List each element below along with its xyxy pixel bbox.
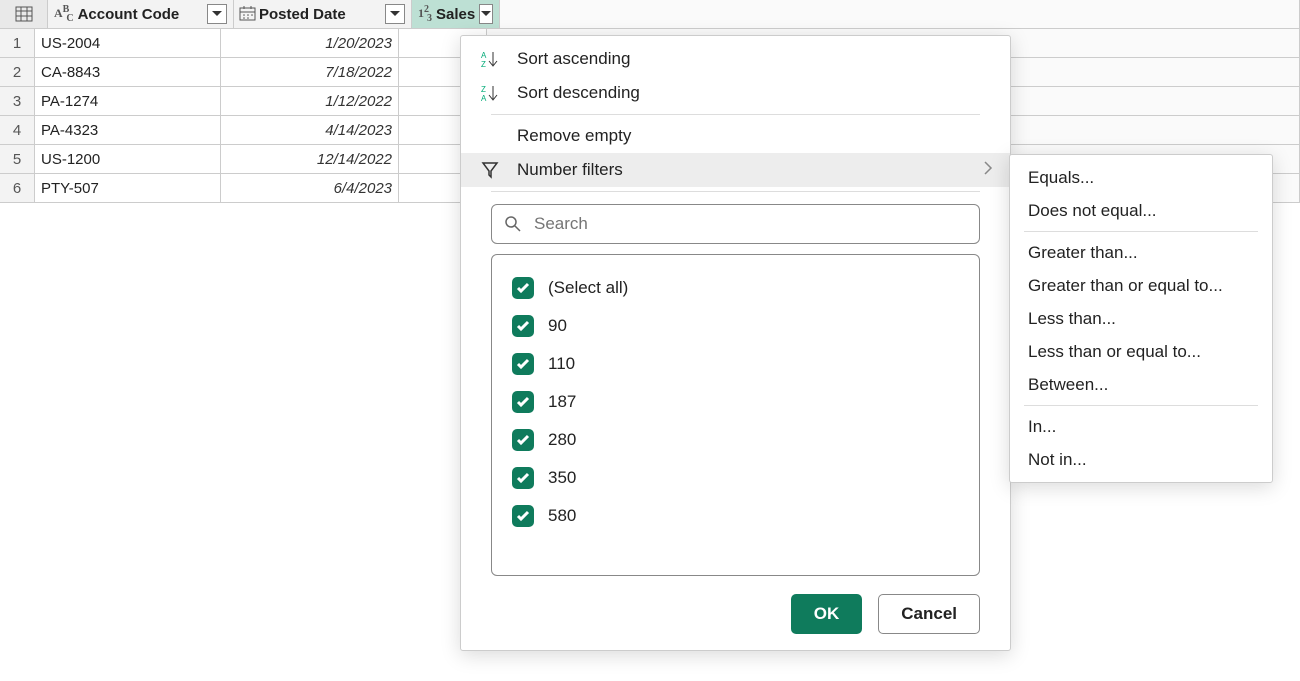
column-header-sales[interactable]: 123 Sales	[412, 0, 500, 28]
checkbox-checked-icon[interactable]	[512, 353, 534, 375]
filter-icon	[479, 161, 501, 179]
filter-panel: AZ Sort ascending ZA Sort descending Rem…	[460, 35, 1011, 651]
row-number[interactable]: 3	[0, 87, 35, 115]
value-label: 110	[548, 354, 575, 374]
cell-posted[interactable]: 7/18/2022	[221, 58, 399, 86]
menu-label: Number filters	[517, 160, 623, 180]
value-label: 580	[548, 506, 576, 526]
sort-desc-icon: ZA	[479, 84, 501, 102]
number-type-icon: 123	[418, 4, 432, 23]
column-header-posted[interactable]: Posted Date	[234, 0, 412, 28]
cell-posted[interactable]: 1/20/2023	[221, 29, 399, 57]
text-type-icon: ABC	[54, 4, 74, 23]
separator	[1024, 405, 1258, 406]
value-list: (Select all) 90 110 187 280 350 580	[491, 254, 980, 576]
checkbox-checked-icon[interactable]	[512, 315, 534, 337]
filter-dropdown-icon[interactable]	[385, 4, 405, 24]
search-icon	[504, 215, 522, 233]
value-label: 280	[548, 430, 576, 450]
number-filters-submenu: Equals... Does not equal... Greater than…	[1009, 154, 1273, 483]
value-item[interactable]: 280	[512, 421, 959, 459]
search-input[interactable]	[532, 213, 967, 235]
separator	[1024, 231, 1258, 232]
checkbox-checked-icon[interactable]	[512, 505, 534, 527]
filter-greater-equal[interactable]: Greater than or equal to...	[1010, 269, 1272, 302]
header-row: ABC Account Code Posted Date 123 Sales	[0, 0, 1300, 29]
value-label: 350	[548, 468, 576, 488]
column-label: Account Code	[78, 6, 180, 23]
button-row: OK Cancel	[491, 594, 980, 634]
filter-equals[interactable]: Equals...	[1010, 161, 1272, 194]
filter-greater-than[interactable]: Greater than...	[1010, 236, 1272, 269]
sort-ascending[interactable]: AZ Sort ascending	[461, 42, 1010, 76]
filter-in[interactable]: In...	[1010, 410, 1272, 443]
value-item[interactable]: 90	[512, 307, 959, 345]
row-number[interactable]: 6	[0, 174, 35, 202]
value-label: 90	[548, 316, 567, 336]
select-all-item[interactable]: (Select all)	[512, 269, 959, 307]
checkbox-checked-icon[interactable]	[512, 429, 534, 451]
column-label: Posted Date	[259, 6, 346, 23]
cell-account[interactable]: PA-4323	[35, 116, 221, 144]
filter-less-equal[interactable]: Less than or equal to...	[1010, 335, 1272, 368]
filter-between[interactable]: Between...	[1010, 368, 1272, 401]
number-filters[interactable]: Number filters	[461, 153, 1010, 187]
cell-posted[interactable]: 4/14/2023	[221, 116, 399, 144]
menu-label: Sort ascending	[517, 49, 630, 69]
filter-dropdown-icon[interactable]	[479, 4, 493, 24]
svg-text:Z: Z	[481, 60, 486, 69]
value-item[interactable]: 580	[512, 497, 959, 535]
filter-dropdown-icon[interactable]	[207, 4, 227, 24]
row-number[interactable]: 2	[0, 58, 35, 86]
cell-posted[interactable]: 12/14/2022	[221, 145, 399, 173]
sort-descending[interactable]: ZA Sort descending	[461, 76, 1010, 110]
cell-account[interactable]: US-2004	[35, 29, 221, 57]
date-type-icon	[240, 6, 255, 23]
value-label: (Select all)	[548, 278, 628, 298]
row-number[interactable]: 1	[0, 29, 35, 57]
table-corner-icon[interactable]	[0, 0, 48, 28]
cell-account[interactable]: US-1200	[35, 145, 221, 173]
filter-not-in[interactable]: Not in...	[1010, 443, 1272, 476]
filter-less-than[interactable]: Less than...	[1010, 302, 1272, 335]
svg-text:A: A	[481, 94, 487, 103]
separator	[491, 114, 980, 115]
menu-label: Sort descending	[517, 83, 640, 103]
row-number[interactable]: 4	[0, 116, 35, 144]
cell-posted[interactable]: 1/12/2022	[221, 87, 399, 115]
value-item[interactable]: 350	[512, 459, 959, 497]
column-label: Sales	[436, 6, 475, 23]
value-item[interactable]: 187	[512, 383, 959, 421]
column-header-account[interactable]: ABC Account Code	[48, 0, 234, 28]
filter-not-equal[interactable]: Does not equal...	[1010, 194, 1272, 227]
svg-text:A: A	[481, 51, 487, 60]
separator	[491, 191, 980, 192]
cell-account[interactable]: PTY-507	[35, 174, 221, 202]
cell-account[interactable]: CA-8843	[35, 58, 221, 86]
checkbox-checked-icon[interactable]	[512, 277, 534, 299]
cell-account[interactable]: PA-1274	[35, 87, 221, 115]
chevron-right-icon	[984, 160, 992, 180]
value-item[interactable]: 110	[512, 345, 959, 383]
row-number[interactable]: 5	[0, 145, 35, 173]
checkbox-checked-icon[interactable]	[512, 467, 534, 489]
cancel-button[interactable]: Cancel	[878, 594, 980, 634]
empty-header	[500, 0, 1300, 28]
cell-posted[interactable]: 6/4/2023	[221, 174, 399, 202]
svg-text:Z: Z	[481, 85, 486, 94]
value-label: 187	[548, 392, 576, 412]
ok-button[interactable]: OK	[791, 594, 863, 634]
checkbox-checked-icon[interactable]	[512, 391, 534, 413]
table-icon	[16, 7, 32, 21]
search-box[interactable]	[491, 204, 980, 244]
sort-asc-icon: AZ	[479, 50, 501, 68]
menu-label: Remove empty	[517, 126, 631, 146]
remove-empty[interactable]: Remove empty	[461, 119, 1010, 153]
